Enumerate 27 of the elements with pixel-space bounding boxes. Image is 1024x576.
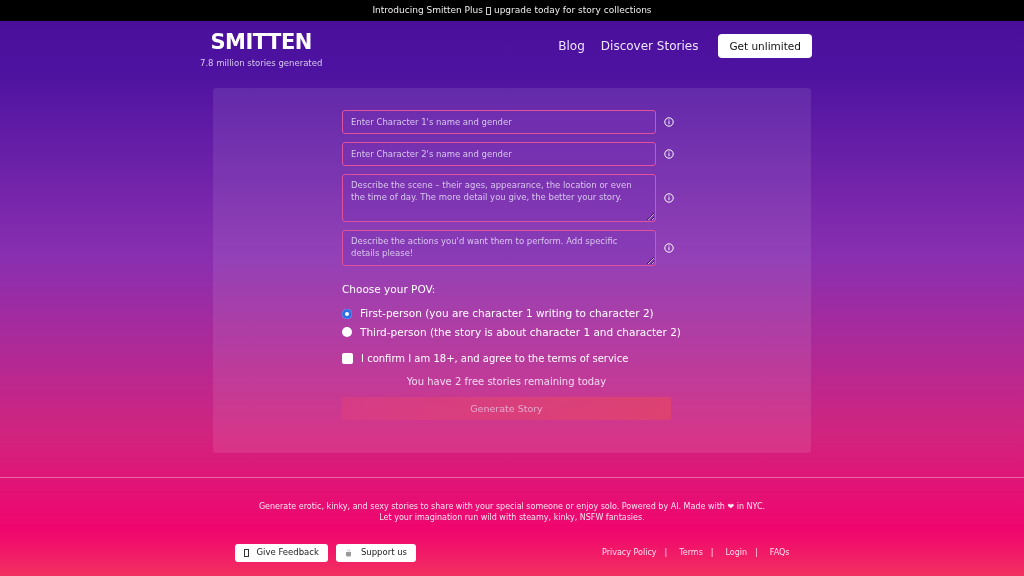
- text-area[interactable]: Describe the actions you'd want them to perform. Add specific details please!: [342, 230, 656, 266]
- banner-text: Introducing Smitten Plus: [372, 3, 483, 17]
- separator-text: |: [755, 546, 758, 559]
- nav-link-item[interactable]: Discover Stories: [596, 37, 703, 55]
- banner-text: upgrade today for story collections: [493, 3, 652, 17]
- logo[interactable]: SMITTEN: [210, 32, 312, 53]
- footer-text: Generate erotic, kinky, and sexy stories to share with your special someone or enjoy solo. Powered by AI. Made with ❤ in NYC.: [257, 502, 767, 513]
- radio-label[interactable]: First-person (you are character 1 writing to character 2): [360, 305, 654, 322]
- text-input-field[interactable]: Enter Character 1's name and gender: [342, 110, 656, 134]
- stories-count-text: 7.8 million stories generated: [200, 57, 323, 70]
- text-area[interactable]: Describe the scene – their ages, appearance, the location or even the time of day. The more detail you give, the better your story.: [342, 174, 656, 222]
- separator-text: |: [710, 546, 714, 559]
- checkbox-label[interactable]: I confirm I am 18+, and agree to the terms of service: [361, 351, 629, 367]
- footer-button[interactable]: Support us: [335, 543, 416, 562]
- remaining-stories-text: You have 2 free stories remaining today: [405, 375, 608, 390]
- footer-link[interactable]: Terms: [679, 546, 703, 559]
- pov-label: Choose your POV:: [342, 282, 437, 297]
- footer-button[interactable]: Give Feedback: [234, 543, 328, 562]
- radio-label[interactable]: Third-person (the story is about character 1 and character 2): [360, 324, 681, 341]
- footer-link[interactable]: FAQs: [769, 546, 790, 559]
- footer-link[interactable]: Login: [725, 546, 748, 559]
- footer-link[interactable]: Privacy Policy: [602, 546, 657, 559]
- text-input-field[interactable]: Enter Character 2's name and gender: [342, 142, 656, 166]
- footer-text: Let your imagination run wild with steamy, kinky, NSFW fantasies.: [378, 512, 646, 524]
- separator-text: |: [664, 546, 668, 559]
- get-unlimited-button[interactable]: Get unlimited: [718, 34, 812, 58]
- nav-link-item[interactable]: Blog: [554, 37, 589, 55]
